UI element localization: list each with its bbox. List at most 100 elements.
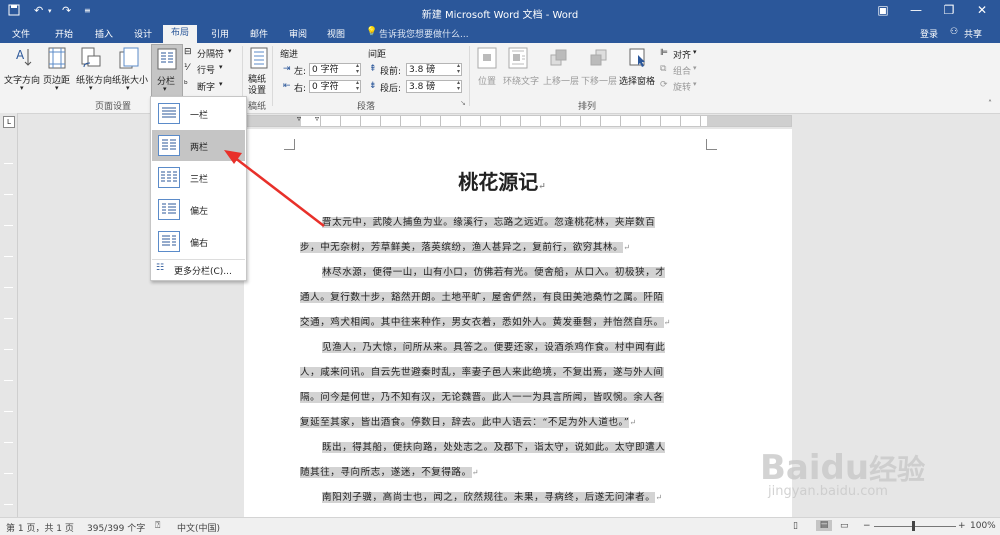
document-paragraph[interactable]: 晋太元中，武陵人捕鱼为业。缘溪行，忘路之远近。忽逢桃花林，夹岸数百 步，中无杂树，… [300, 210, 704, 260]
bring-forward-icon[interactable] [549, 47, 569, 72]
indent-left-stepper[interactable]: ▴ ▾ [354, 63, 361, 76]
columns-option-right[interactable]: 偏右 [152, 226, 245, 257]
page-setup-group-label: 页面设置 [95, 102, 132, 112]
spacing-after-label: 段后: [380, 84, 402, 94]
indent-left-icon: ⇥ [283, 64, 291, 74]
document-paragraph[interactable]: 南阳刘子骥，高尚士也，闻之，欣然规往。未果，寻病终，后遂无问津者。↵ [300, 485, 704, 510]
restore-button[interactable]: ❐ [939, 3, 959, 17]
chevron-down-icon[interactable]: ▾ [20, 84, 24, 92]
tab-design[interactable]: 设计 [134, 27, 152, 40]
collapse-ribbon-icon[interactable]: ˄ [988, 99, 992, 108]
watermark: Baidu经验 jingyan.baidu.com [760, 448, 925, 499]
login-link[interactable]: 登录 [920, 27, 938, 40]
indent-right-stepper[interactable]: ▴ ▾ [354, 80, 361, 93]
rotate-button[interactable]: 旋转 [673, 80, 691, 93]
document-paragraph[interactable]: 林尽水源，便得一山，山有小口，仿佛若有光。便舍船，从口入。初极狭，才 通人。复行数… [300, 260, 704, 335]
send-backward-icon[interactable] [589, 47, 609, 72]
zoom-out-button[interactable]: − [863, 521, 871, 531]
columns-option-label: 偏右 [190, 239, 209, 249]
zoom-in-button[interactable]: + [958, 521, 966, 531]
chevron-down-icon[interactable]: ▾ [693, 80, 697, 88]
tab-file[interactable]: 文件 [12, 27, 30, 40]
paragraph-line: 既出，得其船，便扶向路，处处志之。及郡下，诣太守，说如此。太守即遣人 [300, 435, 704, 460]
zoom-slider[interactable] [874, 526, 956, 527]
tab-insert[interactable]: 插入 [95, 27, 113, 40]
print-layout-icon[interactable]: ▤ [816, 520, 832, 531]
text-direction-icon[interactable]: A [13, 46, 35, 73]
chevron-down-icon[interactable]: ▾ [693, 48, 697, 56]
chevron-down-icon[interactable]: ▾ [55, 84, 59, 92]
more-columns-item[interactable]: ☷ 更多分栏(C)... [152, 261, 245, 278]
margins-icon[interactable] [47, 46, 67, 73]
send-backward-button[interactable]: 下移一层 [581, 74, 617, 87]
spacing-before-icon: ⇞ [369, 64, 377, 74]
line-text: 既出，得其船，便扶向路，处处志之。及郡下，诣太守，说如此。太守即遣人 [322, 442, 666, 453]
margin-corner-mark [706, 139, 717, 150]
read-mode-icon[interactable]: ▯ [793, 521, 798, 531]
hyphenation-button[interactable]: 断字 [197, 80, 215, 93]
share-button[interactable]: 共享 [964, 27, 982, 40]
chevron-down-icon[interactable]: ▾ [89, 84, 93, 92]
line-numbers-button[interactable]: 行号 [197, 63, 215, 76]
zoom-slider-thumb[interactable] [912, 521, 915, 531]
line-text: 随其往，寻向所志，遂迷，不复得路。 [300, 467, 472, 478]
tab-references[interactable]: 引用 [211, 27, 229, 40]
more-columns-label: 更多分栏(C)... [174, 267, 232, 277]
orientation-icon[interactable] [80, 46, 102, 73]
document-paragraph[interactable]: 既出，得其船，便扶向路，处处志之。及郡下，诣太守，说如此。太守即遣人随其往，寻向… [300, 435, 704, 485]
zoom-level[interactable]: 100% [970, 521, 996, 531]
close-button[interactable]: ✕ [972, 3, 992, 17]
ribbon-display-icon[interactable]: ▣ [873, 3, 893, 17]
rotate-icon: ⟳ [660, 80, 668, 90]
align-button[interactable]: 对齐 [673, 48, 691, 61]
group-button[interactable]: 组合 [673, 64, 691, 77]
tab-home[interactable]: 开始 [55, 27, 73, 40]
tab-layout[interactable]: 布局 [163, 25, 198, 43]
first-line-indent-marker[interactable]: ▿ [297, 114, 301, 123]
tab-selector-icon[interactable]: L [3, 116, 15, 128]
document-title[interactable]: 桃花源记↵ [300, 166, 704, 195]
chevron-down-icon[interactable]: ▾ [219, 63, 223, 71]
columns-button[interactable]: 分栏 ▾ [151, 44, 183, 98]
wrap-text-icon[interactable] [508, 47, 528, 72]
hyphenation-icon: ᵇ [184, 80, 188, 90]
spacing-before-stepper[interactable]: ▴ ▾ [455, 63, 462, 76]
arrange-group-label: 排列 [578, 102, 597, 112]
paper-size-icon[interactable] [118, 46, 140, 73]
line-text: 见渔人，乃大惊，问所从来。具答之。便要还家，设酒杀鸡作食。村中闻有此 [322, 342, 666, 353]
wrap-text-button[interactable]: 环绕文字 [503, 74, 539, 87]
bring-forward-button[interactable]: 上移一层 [543, 74, 579, 87]
columns-option-one[interactable]: 一栏 [152, 98, 245, 129]
position-icon[interactable] [477, 47, 497, 72]
document-paragraph[interactable]: 见渔人，乃大惊，问所从来。具答之。便要还家，设酒杀鸡作食。村中闻有此 人，咸来问讯… [300, 335, 704, 435]
selection-pane-button[interactable]: 选择窗格 [619, 74, 655, 87]
language-status[interactable]: 中文(中国) [177, 521, 220, 534]
chevron-down-icon[interactable]: ▾ [219, 80, 223, 88]
chevron-down-icon[interactable]: ▾ [228, 47, 232, 55]
paper-size-button[interactable]: 纸张大小 [112, 73, 148, 86]
chevron-down-icon[interactable]: ▾ [693, 64, 697, 72]
spacing-before-input[interactable]: 3.8 磅 [406, 63, 462, 76]
dialog-launcher-icon[interactable]: ↘ [460, 99, 466, 107]
orientation-button[interactable]: 纸张方向 [76, 73, 112, 86]
selection-pane-icon[interactable] [628, 47, 648, 72]
breaks-button[interactable]: 分隔符 [197, 47, 224, 60]
draft-settings-label-2[interactable]: 设置 [248, 83, 266, 96]
spacing-after-input[interactable]: 3.8 磅 [406, 80, 462, 93]
line-numbers-icon: ⅟ [184, 63, 190, 73]
columns-option-label: 三栏 [190, 175, 209, 185]
word-count[interactable]: 395/399 个字 [87, 521, 145, 534]
tell-me-input[interactable]: 告诉我您想要做什么... [379, 27, 469, 40]
proofing-icon[interactable]: ⍰ [155, 521, 160, 531]
tab-review[interactable]: 审阅 [289, 27, 307, 40]
hanging-indent-marker[interactable]: ▿ [315, 114, 319, 123]
minimize-button[interactable]: — [906, 3, 926, 17]
chevron-down-icon[interactable]: ▾ [126, 84, 130, 92]
draft-paper-icon[interactable] [250, 47, 268, 72]
position-button[interactable]: 位置 [478, 74, 496, 87]
tab-mailings[interactable]: 邮件 [250, 27, 268, 40]
web-layout-icon[interactable]: ▭ [840, 521, 849, 531]
spacing-after-stepper[interactable]: ▴ ▾ [455, 80, 462, 93]
tab-view[interactable]: 视图 [327, 27, 345, 40]
page-count[interactable]: 第 1 页，共 1 页 [6, 521, 74, 534]
